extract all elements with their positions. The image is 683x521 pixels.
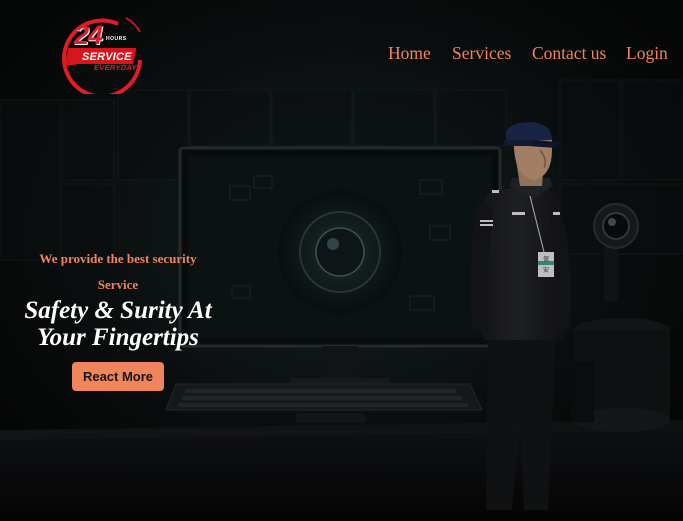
read-more-button[interactable]: React More <box>72 362 164 391</box>
nav-contact-link[interactable]: Contact us <box>532 40 606 66</box>
main-nav: Home Services Contact us Login <box>0 40 683 66</box>
hero-headline-line2: Your Fingertips <box>37 324 199 351</box>
hero-tagline: We provide the best security Service <box>39 251 197 292</box>
nav-services-link[interactable]: Services <box>452 40 511 66</box>
nav-home-link[interactable]: Home <box>388 40 431 66</box>
nav-login-link[interactable]: Login <box>626 40 668 66</box>
hero-headline-line1: Safety & Surity At <box>24 297 212 324</box>
hero-headline: Safety & Surity At Your Fingertips <box>4 297 232 351</box>
guard-badge-text: 保 安 <box>542 256 549 274</box>
